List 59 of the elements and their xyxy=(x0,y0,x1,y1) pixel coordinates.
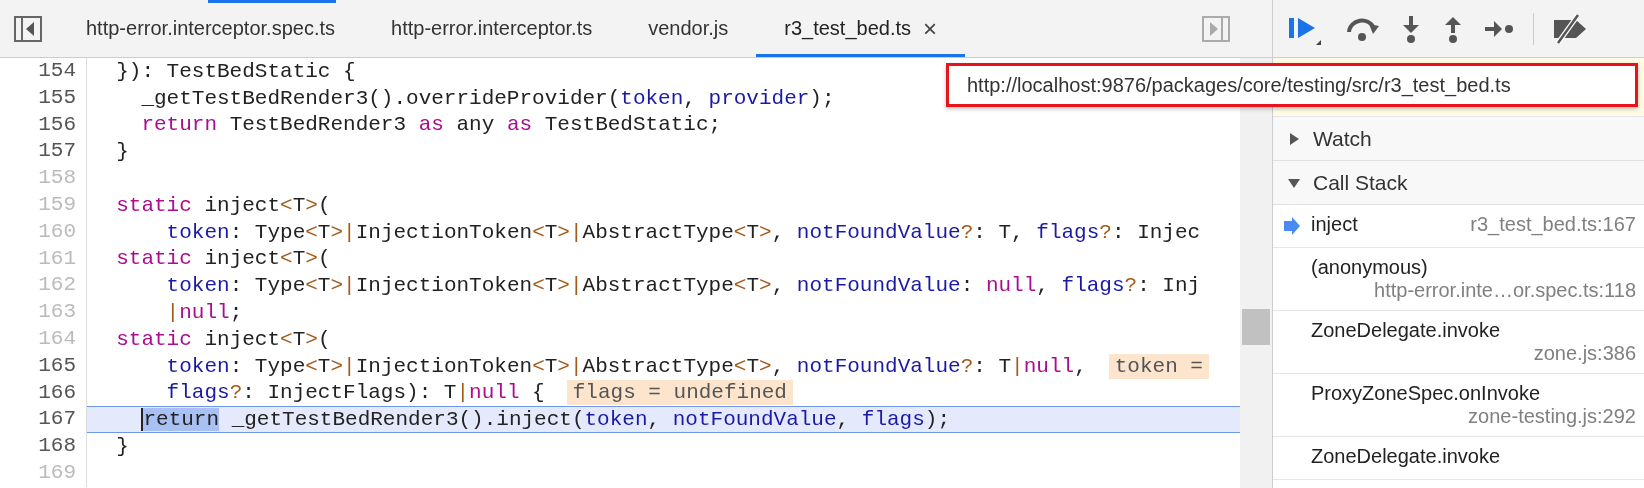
frame-location[interactable]: r3_test_bed.ts:167 xyxy=(1470,213,1636,236)
code-line: } xyxy=(115,435,129,459)
url-tooltip: http://localhost:9876/packages/core/testing/src/r3_test_bed.ts xyxy=(946,63,1638,107)
code-line: token: Type<T>|InjectionToken<T>|AbstractType<T>, notFoundValue?: T|null, xyxy=(165,354,1087,378)
function-name: inject xyxy=(1311,213,1358,236)
code-line: _getTestBedRender3().overrideProvider(token, provider); xyxy=(140,86,835,110)
code-line: return TestBedRender3 as any as TestBedStatic; xyxy=(140,113,722,137)
sidebar-toggle-icon[interactable] xyxy=(1202,15,1230,42)
line-number: 165 xyxy=(0,352,87,380)
file-tab[interactable]: vendor.js xyxy=(620,0,757,57)
line-number: 164 xyxy=(0,325,87,353)
close-icon[interactable]: × xyxy=(923,14,938,43)
section-title: Watch xyxy=(1313,126,1372,151)
call-frame[interactable]: ZoneDelegate.invoke zone.js:386 xyxy=(1273,311,1644,374)
section-title: Call Stack xyxy=(1313,170,1408,195)
frame-location[interactable]: zone-testing.js:292 xyxy=(1468,405,1636,428)
call-frame[interactable]: ProxyZoneSpec.onInvoke zone-testing.js:292 xyxy=(1273,374,1644,437)
line-number: 158 xyxy=(0,165,87,192)
code-line: }): TestBedStatic { xyxy=(115,59,356,83)
scrollbar-thumb[interactable] xyxy=(1242,309,1270,345)
code-line: static inject<T>( xyxy=(115,327,331,351)
line-number: 156 xyxy=(0,111,87,139)
section-header[interactable]: Call Stack xyxy=(1273,161,1644,205)
deactivate-breakpoints-icon[interactable] xyxy=(1552,13,1588,44)
line-number: 155 xyxy=(0,84,87,112)
frame-location[interactable]: zone.js:386 xyxy=(1533,342,1636,365)
line-number: 163 xyxy=(0,299,87,326)
frame-location[interactable]: http-error.inte…or.spec.ts:118 xyxy=(1374,279,1636,302)
inline-value: token = xyxy=(1108,353,1209,379)
line-number: 161 xyxy=(0,245,87,273)
line-number: 166 xyxy=(0,379,87,407)
code-line: } xyxy=(115,140,129,164)
function-name: ZoneDelegate.invoke xyxy=(1311,445,1501,468)
inline-value: flags = undefined xyxy=(566,380,793,406)
call-frame[interactable]: (anonymous) http-error.inte…or.spec.ts:118 xyxy=(1273,248,1644,311)
line-number: 169 xyxy=(0,459,87,487)
function-name: ZoneDelegate.invoke xyxy=(1311,319,1501,342)
line-number: 154 xyxy=(0,58,87,85)
function-name: (anonymous) xyxy=(1311,256,1428,279)
file-tab[interactable]: r3_test_bed.ts × xyxy=(756,0,966,57)
line-number: 159 xyxy=(0,192,87,219)
call-frame[interactable]: ZoneDelegate.invoke xyxy=(1273,437,1644,480)
code-line: flags?: InjectFlags): T|null { xyxy=(165,381,545,405)
call-frame[interactable]: inject r3_test_bed.ts:167 xyxy=(1273,205,1644,248)
function-name: ProxyZoneSpec.onInvoke xyxy=(1311,382,1542,405)
navigator-toggle-icon[interactable] xyxy=(14,15,42,42)
line-number: 160 xyxy=(0,218,87,246)
line-number: 168 xyxy=(0,433,87,460)
code-line: token: Type<T>|InjectionToken<T>|AbstractType<T>, notFoundValue?: T, flags?: Injec xyxy=(165,220,1201,244)
section-header[interactable]: Watch xyxy=(1273,117,1644,161)
line-number: 162 xyxy=(0,272,87,300)
code-line: return _getTestBedRender3().inject(token, notFoundValue, flags); xyxy=(140,408,951,432)
file-tab[interactable]: http-error.interceptor.spec.ts xyxy=(58,0,363,57)
file-tab[interactable]: http-error.interceptor.ts xyxy=(363,0,621,57)
code-line: |null; xyxy=(165,301,243,325)
code-line: static inject<T>( xyxy=(115,247,331,271)
code-line: static inject<T>( xyxy=(115,193,331,217)
line-number: 157 xyxy=(0,138,87,166)
code-line: token: Type<T>|InjectionToken<T>|AbstractType<T>, notFoundValue: null, flags?: Inj xyxy=(165,274,1201,298)
